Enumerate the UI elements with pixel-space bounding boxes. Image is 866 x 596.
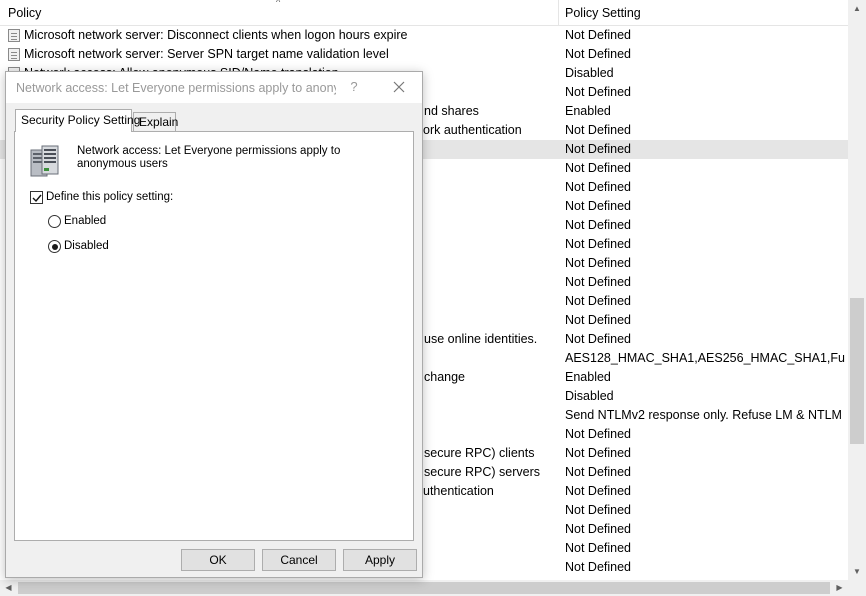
ok-button[interactable]: OK [181,549,255,571]
policy-setting-cell: Not Defined [565,313,632,327]
policy-setting-cell: Not Defined [565,85,632,99]
dialog-titlebar[interactable]: Network access: Let Everyone permissions… [6,72,422,103]
policy-name-cell: change [424,370,466,384]
horizontal-scroll-thumb[interactable] [18,582,830,594]
policy-row[interactable]: Microsoft network server: Disconnect cli… [0,26,848,45]
policy-setting-cell: Not Defined [565,161,632,175]
tab-panel: Network access: Let Everyone permissions… [14,131,414,541]
policy-row[interactable]: Microsoft network server: Server SPN tar… [0,45,848,64]
scroll-right-arrow-icon[interactable]: ▶ [831,580,848,596]
horizontal-scrollbar[interactable]: ◀ ▶ [0,580,848,596]
enabled-radio-label[interactable]: Enabled [64,215,106,227]
disabled-radio-label[interactable]: Disabled [64,240,109,252]
scroll-left-arrow-icon[interactable]: ◀ [0,580,17,596]
policy-setting-cell: Not Defined [565,522,632,536]
policy-setting-cell: Not Defined [565,560,632,574]
policy-name-cell: Microsoft network server: Disconnect cli… [24,28,408,42]
close-button[interactable] [386,76,412,98]
policy-setting-cell: Not Defined [565,427,632,441]
policy-setting-cell: Not Defined [565,503,632,517]
policy-setting-cell: Not Defined [565,28,632,42]
scroll-down-arrow-icon[interactable]: ▼ [848,563,866,580]
disabled-radio[interactable] [48,240,61,253]
column-divider[interactable] [558,0,559,26]
scrollbar-corner [848,580,866,596]
help-button[interactable]: ? [344,76,364,98]
policy-setting-cell: Not Defined [565,294,632,308]
policy-setting-cell: Enabled [565,104,611,118]
policy-name-cell: nd shares [424,104,479,118]
policy-setting-cell: Enabled [565,370,611,384]
policy-name-cell: secure RPC) clients [424,446,535,460]
policy-setting-cell: Not Defined [565,199,632,213]
define-policy-checkbox[interactable] [30,191,43,204]
vertical-scrollbar[interactable]: ▲ ▼ [848,0,866,580]
policy-setting-cell: AES128_HMAC_SHA1,AES256_HMAC_SHA1,Future… [565,351,845,365]
policy-properties-dialog: Network access: Let Everyone permissions… [5,71,423,578]
policy-name-cell: uthentication [423,484,494,498]
policy-name-cell: use online identities. [424,332,538,346]
policy-setting-cell: Not Defined [565,256,632,270]
policy-setting-cell: Not Defined [565,465,632,479]
tab-security-policy-setting[interactable]: Security Policy Setting [15,109,140,132]
policy-setting-cell: Not Defined [565,275,632,289]
policy-setting-cell: Not Defined [565,142,632,156]
policy-setting-cell: Not Defined [565,218,632,232]
column-header-policy-setting[interactable]: Policy Setting [565,6,641,20]
checkmark-icon [32,194,42,203]
sort-ascending-icon: ^ [276,0,281,7]
policy-setting-cell: Not Defined [565,237,632,251]
policy-setting-cell: Disabled [565,66,614,80]
policy-setting-cell: Not Defined [565,180,632,194]
column-header-policy[interactable]: Policy [8,6,41,20]
vertical-scroll-thumb[interactable] [850,298,864,444]
policy-document-icon [8,48,20,61]
policy-setting-cell: Not Defined [565,446,632,460]
policy-name-cell: Microsoft network server: Server SPN tar… [24,47,389,61]
server-policy-icon [30,145,59,177]
policy-setting-cell: Send NTLMv2 response only. Refuse LM & N… [565,408,842,422]
policy-document-icon [8,29,20,42]
policy-name-cell: ork authentication [423,123,522,137]
policy-setting-cell: Disabled [565,389,614,403]
dialog-title: Network access: Let Everyone permissions… [16,81,336,95]
policy-setting-cell: Not Defined [565,541,632,555]
apply-button[interactable]: Apply [343,549,417,571]
enabled-radio[interactable] [48,215,61,228]
policy-setting-cell: Not Defined [565,484,632,498]
policy-setting-cell: Not Defined [565,123,632,137]
policy-name: Network access: Let Everyone permissions… [77,145,341,170]
list-header: ^ Policy Policy Setting [0,0,848,26]
policy-name-cell: secure RPC) servers [424,465,540,479]
cancel-button[interactable]: Cancel [262,549,336,571]
policy-setting-cell: Not Defined [565,332,632,346]
scroll-up-arrow-icon[interactable]: ▲ [848,0,866,17]
close-icon [393,81,405,93]
policy-setting-cell: Not Defined [565,47,632,61]
define-policy-label[interactable]: Define this policy setting: [46,191,173,203]
